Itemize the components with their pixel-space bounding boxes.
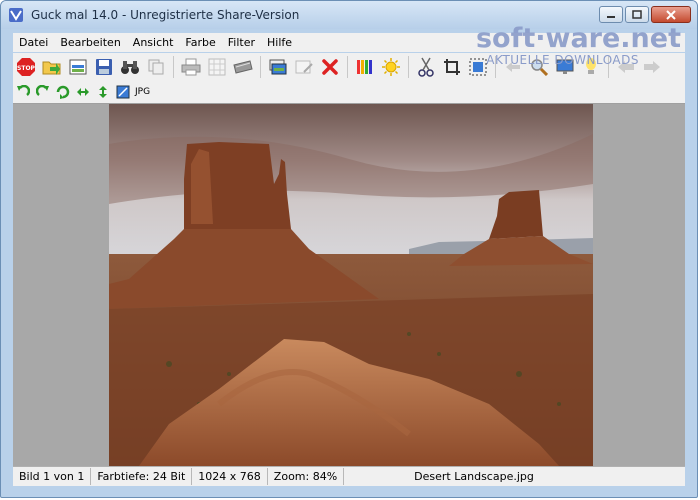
minimize-button[interactable]	[599, 6, 623, 23]
close-icon	[666, 9, 676, 20]
rotate-right-button[interactable]	[35, 84, 51, 100]
save-button[interactable]	[93, 56, 115, 78]
rotate-180-icon	[56, 85, 70, 99]
next-button[interactable]	[641, 56, 663, 78]
open-folder-button[interactable]	[41, 56, 63, 78]
stop-button[interactable]: STOP	[15, 56, 37, 78]
menu-ansicht[interactable]: Ansicht	[127, 33, 180, 52]
printer-icon	[181, 58, 201, 76]
format-button[interactable]	[115, 84, 131, 100]
image-frame-icon	[69, 59, 87, 75]
minimize-icon	[607, 15, 615, 18]
screen-button[interactable]	[67, 56, 89, 78]
window-title: Guck mal 14.0 - Unregistrierte Share-Ver…	[31, 8, 300, 22]
folder-open-icon	[42, 61, 61, 75]
copy-button[interactable]	[145, 56, 167, 78]
slideshow-button[interactable]	[554, 56, 576, 78]
brightness-button[interactable]	[380, 56, 402, 78]
crop-button[interactable]	[441, 56, 463, 78]
edit-frame-icon	[295, 60, 313, 74]
magnifier-icon	[531, 59, 548, 76]
menu-bearbeiten[interactable]: Bearbeiten	[54, 33, 126, 52]
edit-button[interactable]	[293, 56, 315, 78]
maximize-icon	[632, 10, 642, 19]
grid-icon	[208, 58, 226, 76]
scissors-icon	[418, 57, 434, 77]
image-canvas[interactable]	[13, 104, 685, 466]
layers-button[interactable]	[267, 56, 289, 78]
status-zoom: Zoom: 84%	[268, 468, 345, 485]
copy-icon	[148, 59, 164, 75]
toolbar-separator	[347, 56, 348, 78]
crop-icon	[444, 59, 460, 75]
close-button[interactable]	[651, 6, 691, 23]
image-edit-icon	[116, 85, 130, 99]
flip-vertical-button[interactable]	[95, 84, 111, 100]
arrow-left-icon	[618, 61, 634, 73]
cut-button[interactable]	[415, 56, 437, 78]
delete-x-icon	[322, 59, 338, 75]
flip-horizontal-button[interactable]	[75, 84, 91, 100]
menu-bar: Datei Bearbeiten Ansicht Farbe Filter Hi…	[13, 33, 685, 52]
rotate-180-button[interactable]	[55, 84, 71, 100]
scanner-button[interactable]	[232, 56, 254, 78]
colors-button[interactable]	[354, 56, 376, 78]
layers-icon	[269, 59, 287, 75]
transform-toolbar: JPG	[13, 81, 685, 104]
info-button[interactable]	[580, 56, 602, 78]
menu-filter[interactable]: Filter	[222, 33, 261, 52]
floppy-disk-icon	[96, 59, 112, 75]
toolbar-separator	[495, 56, 496, 78]
svg-text:STOP: STOP	[17, 65, 36, 72]
format-label: JPG	[135, 87, 151, 97]
status-image-index: Bild 1 von 1	[13, 468, 92, 485]
menu-datei[interactable]: Datei	[13, 33, 54, 52]
flip-horizontal-icon	[77, 88, 89, 96]
main-toolbar: STOP	[13, 53, 685, 81]
toolbar-separator	[408, 56, 409, 78]
menu-farbe[interactable]: Farbe	[179, 33, 221, 52]
arrow-right-icon	[644, 61, 660, 73]
undo-arrow-icon	[506, 62, 520, 72]
color-palette-icon	[357, 60, 372, 74]
rotate-left-icon	[17, 85, 30, 96]
app-logo-icon	[9, 8, 23, 22]
flip-vertical-icon	[99, 86, 107, 98]
monitor-icon	[556, 59, 574, 74]
status-filename: Desert Landscape.jpg	[414, 470, 534, 483]
find-button[interactable]	[119, 56, 141, 78]
title-bar[interactable]: Guck mal 14.0 - Unregistrierte Share-Ver…	[1, 1, 697, 29]
print-button[interactable]	[180, 56, 202, 78]
toolbar-separator	[260, 56, 261, 78]
bulb-icon	[586, 58, 596, 74]
resize-button[interactable]	[467, 56, 489, 78]
binoculars-icon	[121, 61, 139, 74]
stop-icon: STOP	[17, 58, 36, 76]
previous-button[interactable]	[615, 56, 637, 78]
maximize-button[interactable]	[625, 6, 649, 23]
scanner-icon	[233, 60, 253, 74]
menu-hilfe[interactable]: Hilfe	[261, 33, 298, 52]
sun-icon	[382, 58, 400, 76]
status-bar: Bild 1 von 1 Farbtiefe: 24 Bit 1024 x 76…	[13, 466, 685, 486]
rotate-left-button[interactable]	[15, 84, 31, 100]
status-dimensions: 1024 x 768	[192, 468, 268, 485]
delete-button[interactable]	[319, 56, 341, 78]
undo-button[interactable]	[502, 56, 524, 78]
grid-button[interactable]	[206, 56, 228, 78]
resize-icon	[469, 58, 487, 76]
status-color-depth: Farbtiefe: 24 Bit	[91, 468, 193, 485]
zoom-button[interactable]	[528, 56, 550, 78]
app-window: Guck mal 14.0 - Unregistrierte Share-Ver…	[0, 0, 698, 498]
rotate-right-icon	[36, 85, 49, 96]
desert-landscape-photo	[109, 104, 593, 466]
toolbar-separator	[608, 56, 609, 78]
toolbar-separator	[173, 56, 174, 78]
